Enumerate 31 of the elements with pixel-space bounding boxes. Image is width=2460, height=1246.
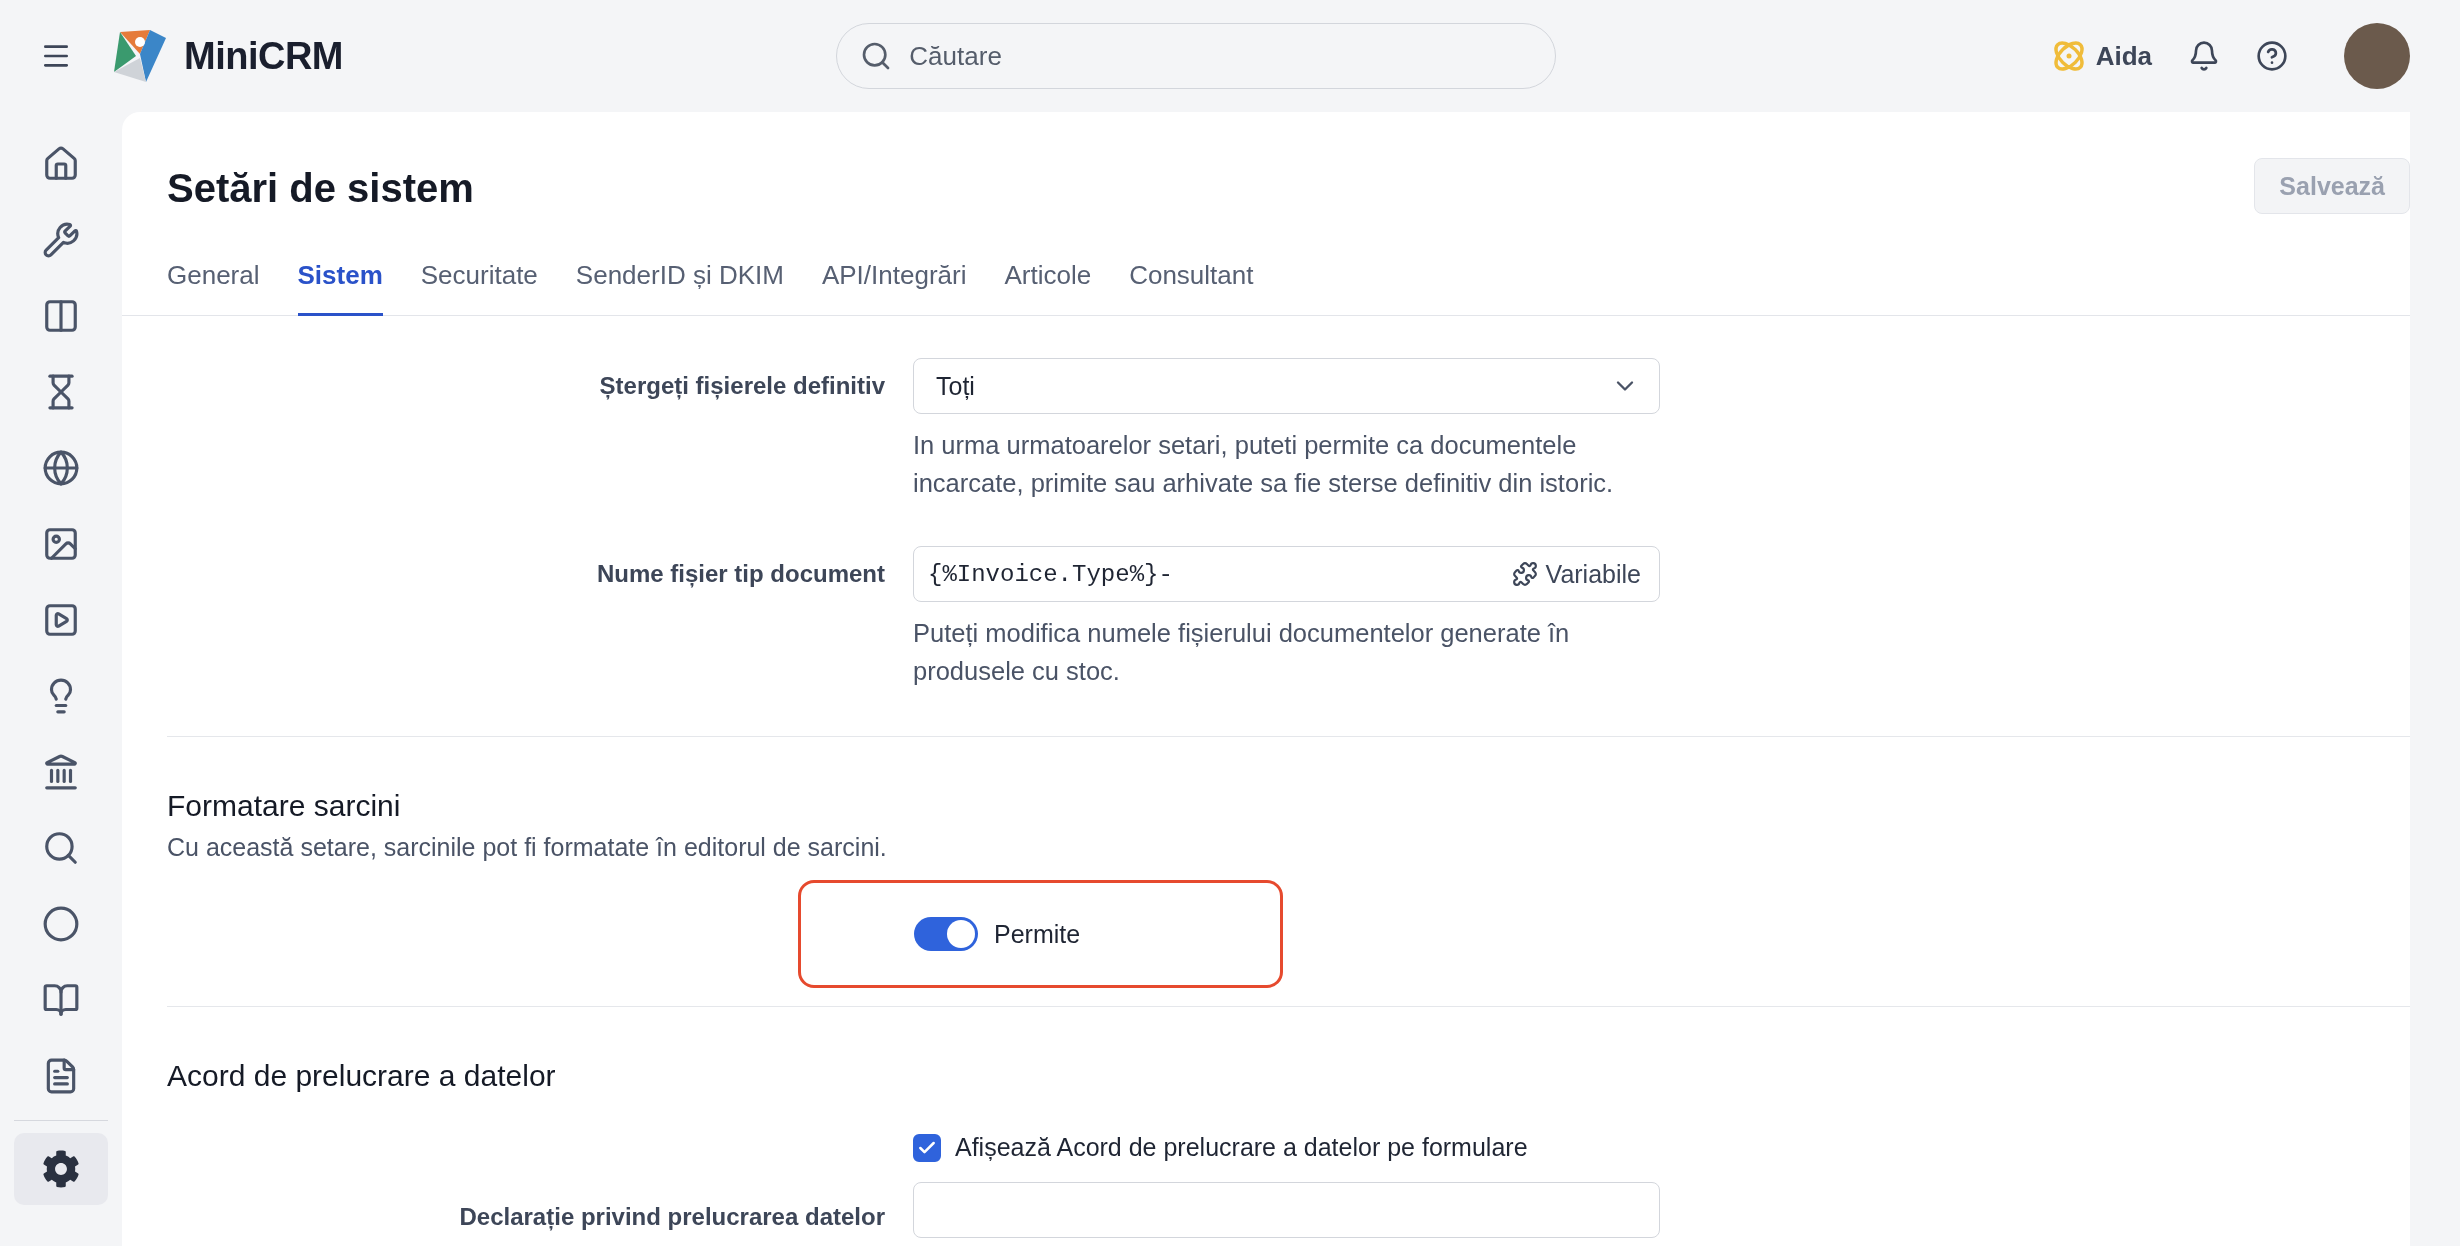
section-description: Cu această setare, sarcinile pot fi formatate în editorul de sarcini. <box>167 833 888 862</box>
settings-tab[interactable]: Securitate <box>420 260 538 316</box>
notifications-button[interactable] <box>2188 40 2220 72</box>
variables-button[interactable]: Variabile <box>1511 559 1641 589</box>
puzzle-icon <box>1511 561 1538 587</box>
field-label: Nume fișier tip document <box>595 559 885 590</box>
checkbox-label[interactable]: Afișează Acord de prelucrare a datelor pe formulare <box>913 1133 1660 1162</box>
settings-tab[interactable]: Sistem <box>297 260 383 316</box>
file-deletion-select[interactable]: Toți <box>913 358 1660 414</box>
declaration-field[interactable] <box>913 1182 1660 1238</box>
filename-template-field[interactable]: {%Invoice.Type%}- Variabile <box>913 546 1660 602</box>
settings-tab[interactable]: Consultant <box>1129 260 1254 316</box>
checkbox-text: Afișează Acord de prelucrare a datelor pe formulare <box>955 1133 1528 1162</box>
section-title: Formatare sarcini <box>167 789 402 823</box>
settings-icon[interactable] <box>14 1133 108 1205</box>
section-title: Acord de prelucrare a datelor <box>167 1059 557 1093</box>
settings-tab[interactable]: Articole <box>1004 260 1092 316</box>
allow-toggle[interactable]: Permite <box>914 917 1081 951</box>
field-label: Ștergeți fișierele definitiv <box>598 371 885 402</box>
help-text: Puteți modifica numele fișierului documentelor generate în produsele cu stoc. <box>913 618 1571 687</box>
help-button[interactable] <box>2256 40 2288 72</box>
settings-tab[interactable]: SenderID și DKIM <box>575 260 784 316</box>
page-title: Setări de sistem <box>167 166 474 211</box>
settings-tab[interactable]: General <box>167 260 260 316</box>
assistant-button[interactable]: Aida <box>2049 37 2152 75</box>
help-text: In urma urmatoarelor setari, puteti permite ca documentele incarcate, primite sau arhivate sa fie sterse definitiv din istoric. <box>913 430 1615 499</box>
field-label: Declarație privind prelucrarea datelor <box>458 1202 885 1231</box>
search-field[interactable]: Căutare <box>836 23 1557 89</box>
checkbox[interactable] <box>913 1133 941 1162</box>
settings-tab[interactable]: API/Integrări <box>821 260 967 316</box>
app-name: MiniCRM <box>184 34 344 78</box>
